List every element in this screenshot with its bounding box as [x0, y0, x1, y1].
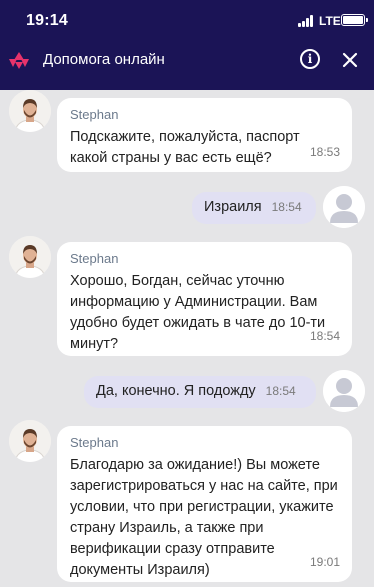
user-message-bubble: Да, конечно. Я подожду 18:54	[84, 376, 316, 408]
status-time: 19:14	[26, 12, 68, 29]
agent-avatar	[9, 236, 51, 278]
message-sender: Stephan	[70, 107, 119, 122]
user-avatar	[323, 370, 365, 412]
message-time: 18:54	[309, 329, 340, 343]
agent-message-bubble: Stephan Хорошо, Богдан, сейчас уточню ин…	[57, 242, 352, 356]
message-text: Подскажите, пожалуйста, паспорт какой ст…	[70, 129, 300, 166]
message-text: Хорошо, Богдан, сейчас уточню информацию…	[70, 273, 326, 352]
chat-header: Допомога онлайн i	[0, 42, 374, 80]
message-text: Благодарю за ожидание!) Вы можете зареги…	[70, 457, 338, 578]
brand-logo-icon	[9, 52, 29, 69]
info-icon[interactable]: i	[300, 49, 320, 69]
app-topbar: 19:14 LTE Допомога онлайн i	[0, 0, 374, 90]
message-time: 19:01	[309, 555, 340, 569]
message-text: Израиля	[204, 199, 262, 215]
user-message-bubble: Израиля 18:54	[192, 192, 316, 224]
message-time: 18:53	[309, 145, 340, 159]
message-time: 18:54	[265, 384, 296, 398]
chat-messages[interactable]: Stephan Подскажите, пожалуйста, паспорт …	[0, 90, 374, 587]
agent-message-bubble: Stephan Подскажите, пожалуйста, паспорт …	[57, 98, 352, 172]
message-sender: Stephan	[70, 435, 119, 450]
battery-icon	[341, 14, 368, 26]
status-bar: 19:14 LTE	[0, 0, 374, 42]
cellular-signal-icon	[298, 15, 316, 27]
network-type-label: LTE	[319, 14, 341, 28]
message-time: 18:54	[271, 200, 302, 214]
close-icon[interactable]	[340, 50, 360, 70]
header-title: Допомога онлайн	[43, 51, 165, 68]
agent-message-bubble: Stephan Благодарю за ожидание!) Вы может…	[57, 426, 352, 582]
agent-avatar	[9, 420, 51, 462]
message-text: Да, конечно. Я подожду	[96, 383, 256, 399]
user-avatar	[323, 186, 365, 228]
message-sender: Stephan	[70, 251, 119, 266]
agent-avatar	[9, 90, 51, 132]
